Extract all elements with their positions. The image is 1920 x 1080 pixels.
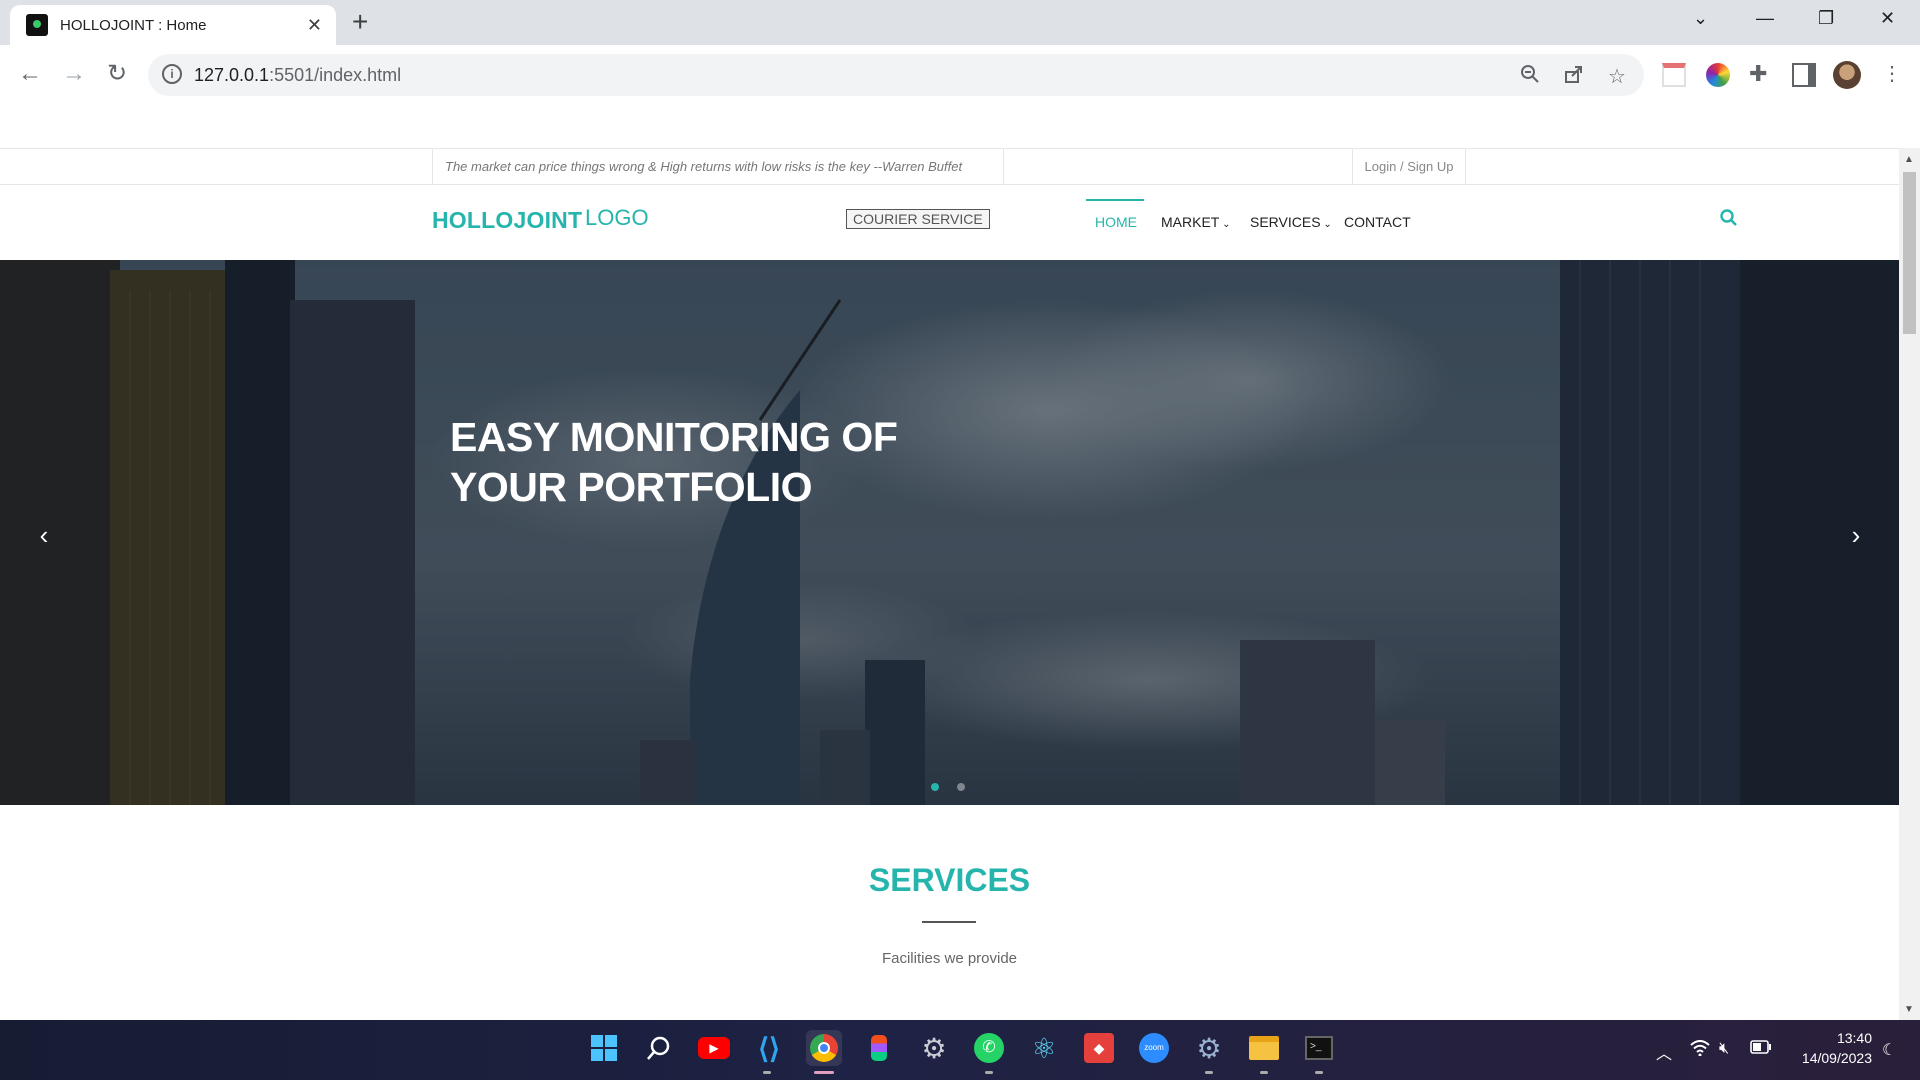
volume-muted-icon[interactable]: 🔇︎ xyxy=(1719,1040,1729,1058)
browser-menu-icon[interactable]: ⋮ xyxy=(1882,63,1906,87)
system-clock[interactable]: 13:40 14/09/2023 xyxy=(1776,1028,1872,1068)
nav-home-link[interactable]: HOME xyxy=(1095,214,1137,230)
active-indicator xyxy=(814,1071,834,1074)
calendar-extension-icon[interactable] xyxy=(1662,63,1686,87)
tab-search-chevron-icon[interactable]: ⌄ xyxy=(1693,8,1708,29)
tab-title: HOLLOJOINT : Home xyxy=(60,16,207,34)
figma-icon[interactable] xyxy=(861,1030,897,1066)
chrome-icon[interactable] xyxy=(806,1030,842,1066)
close-tab-icon[interactable]: ✕ xyxy=(307,15,322,36)
carousel-indicators xyxy=(931,778,983,796)
vscode-icon[interactable]: ⟨⟩ xyxy=(751,1030,787,1066)
scroll-up-icon[interactable]: ▲ xyxy=(1904,154,1914,165)
bookmark-star-icon[interactable]: ☆ xyxy=(1608,64,1626,89)
windows-start-icon[interactable] xyxy=(586,1030,622,1066)
tray-chevron-up-icon[interactable]: ︿ xyxy=(1656,1040,1672,1064)
site-favicon-icon xyxy=(26,14,48,36)
brand-name[interactable]: HOLLOJOINT xyxy=(432,207,582,234)
scrollbar-thumb[interactable] xyxy=(1903,172,1916,334)
login-signup-link[interactable]: Login / Sign Up xyxy=(1352,149,1466,185)
browser-toolbar: ← → ↻ i 127.0.0.1:5501/index.html ☆ ✚ ⋮ xyxy=(0,45,1920,105)
carousel-dot[interactable] xyxy=(931,783,939,791)
extensions-puzzle-icon[interactable]: ✚ xyxy=(1749,63,1773,87)
running-indicator xyxy=(1315,1071,1323,1074)
whatsapp-icon[interactable]: ✆ xyxy=(971,1030,1007,1066)
courier-service-button[interactable]: COURIER SERVICE xyxy=(846,209,990,229)
forward-icon[interactable]: → xyxy=(58,59,90,91)
chevron-down-icon: ⌄ xyxy=(1219,219,1231,230)
terminal-icon[interactable]: >_ xyxy=(1301,1030,1337,1066)
running-indicator xyxy=(1260,1071,1268,1074)
running-indicator xyxy=(1205,1071,1213,1074)
nav-market-link[interactable]: MARKET ⌄ xyxy=(1161,214,1231,230)
top-info-strip: The market can price things wrong & High… xyxy=(0,148,1899,185)
battery-icon[interactable] xyxy=(1750,1040,1772,1059)
clock-time: 13:40 xyxy=(1836,1030,1872,1046)
city-skyline-image xyxy=(0,260,1899,805)
share-icon[interactable] xyxy=(1564,64,1584,90)
browser-tab[interactable]: HOLLOJOINT : Home ✕ xyxy=(10,5,336,45)
notifications-moon-icon[interactable]: ☾ xyxy=(1882,1040,1896,1060)
wifi-icon[interactable] xyxy=(1690,1040,1710,1061)
url-text[interactable]: 127.0.0.1:5501/index.html xyxy=(194,65,401,86)
active-menu-indicator xyxy=(1086,199,1144,201)
zoom-app-icon[interactable]: zoom xyxy=(1136,1030,1172,1066)
zoom-icon[interactable] xyxy=(1520,64,1540,90)
nav-contact-link[interactable]: CONTACT xyxy=(1344,214,1411,230)
windows-taskbar: ▶ ⟨⟩ ⚙ ✆ ⚛ ◆ zoom ⚙ >_ ︿ 🔇︎ 13:40 14/09/… xyxy=(0,1020,1920,1080)
logo-image-broken[interactable]: LOGO xyxy=(585,205,649,231)
git-app-icon[interactable]: ◆ xyxy=(1081,1030,1117,1066)
running-indicator xyxy=(763,1071,771,1074)
services-subtitle: Facilities we provide xyxy=(881,950,1018,967)
reload-icon[interactable]: ↻ xyxy=(101,59,133,91)
page-scrollbar[interactable]: ▲ ▼ xyxy=(1899,148,1920,1020)
search-icon[interactable] xyxy=(641,1030,677,1066)
clock-date: 14/09/2023 xyxy=(1801,1050,1872,1066)
page-viewport: The market can price things wrong & High… xyxy=(0,148,1899,1020)
file-explorer-icon[interactable] xyxy=(1246,1030,1282,1066)
site-info-icon[interactable]: i xyxy=(162,64,182,84)
site-navbar: HOLLOJOINT LOGO COURIER SERVICE HOME MAR… xyxy=(0,185,1899,260)
hero-carousel: EASY MONITORING OF YOUR PORTFOLIO ‹ › xyxy=(0,260,1899,805)
new-tab-icon[interactable]: + xyxy=(352,8,368,36)
scroll-down-icon[interactable]: ▼ xyxy=(1904,1004,1914,1015)
quote-text: The market can price things wrong & High… xyxy=(432,149,1004,185)
chevron-down-icon: ⌄ xyxy=(1320,219,1332,230)
minimize-icon[interactable]: — xyxy=(1756,8,1774,29)
carousel-next-icon[interactable]: › xyxy=(1836,516,1876,556)
back-icon[interactable]: ← xyxy=(14,59,46,91)
hero-title: EASY MONITORING OF YOUR PORTFOLIO xyxy=(450,414,898,510)
youtube-icon[interactable]: ▶ xyxy=(696,1030,732,1066)
search-icon[interactable] xyxy=(1720,209,1738,227)
react-icon[interactable]: ⚛ xyxy=(1026,1030,1062,1066)
services-divider xyxy=(922,921,976,923)
browser-tab-strip: HOLLOJOINT : Home ✕ + ⌄ — ❐ ✕ xyxy=(0,0,1920,45)
nav-services-link[interactable]: SERVICES ⌄ xyxy=(1250,214,1332,230)
running-indicator xyxy=(985,1071,993,1074)
chrome-settings-icon[interactable]: ⚙ xyxy=(1191,1030,1227,1066)
carousel-prev-icon[interactable]: ‹ xyxy=(24,516,64,556)
close-window-icon[interactable]: ✕ xyxy=(1880,8,1895,29)
color-picker-extension-icon[interactable] xyxy=(1706,63,1730,87)
settings-gear-icon[interactable]: ⚙ xyxy=(916,1030,952,1066)
profile-avatar[interactable] xyxy=(1833,61,1861,89)
side-panel-icon[interactable] xyxy=(1792,63,1816,87)
carousel-dot[interactable] xyxy=(957,783,965,791)
address-bar[interactable]: i 127.0.0.1:5501/index.html ☆ xyxy=(148,54,1644,96)
services-heading: SERVICES xyxy=(868,862,1031,898)
restore-icon[interactable]: ❐ xyxy=(1818,8,1834,29)
